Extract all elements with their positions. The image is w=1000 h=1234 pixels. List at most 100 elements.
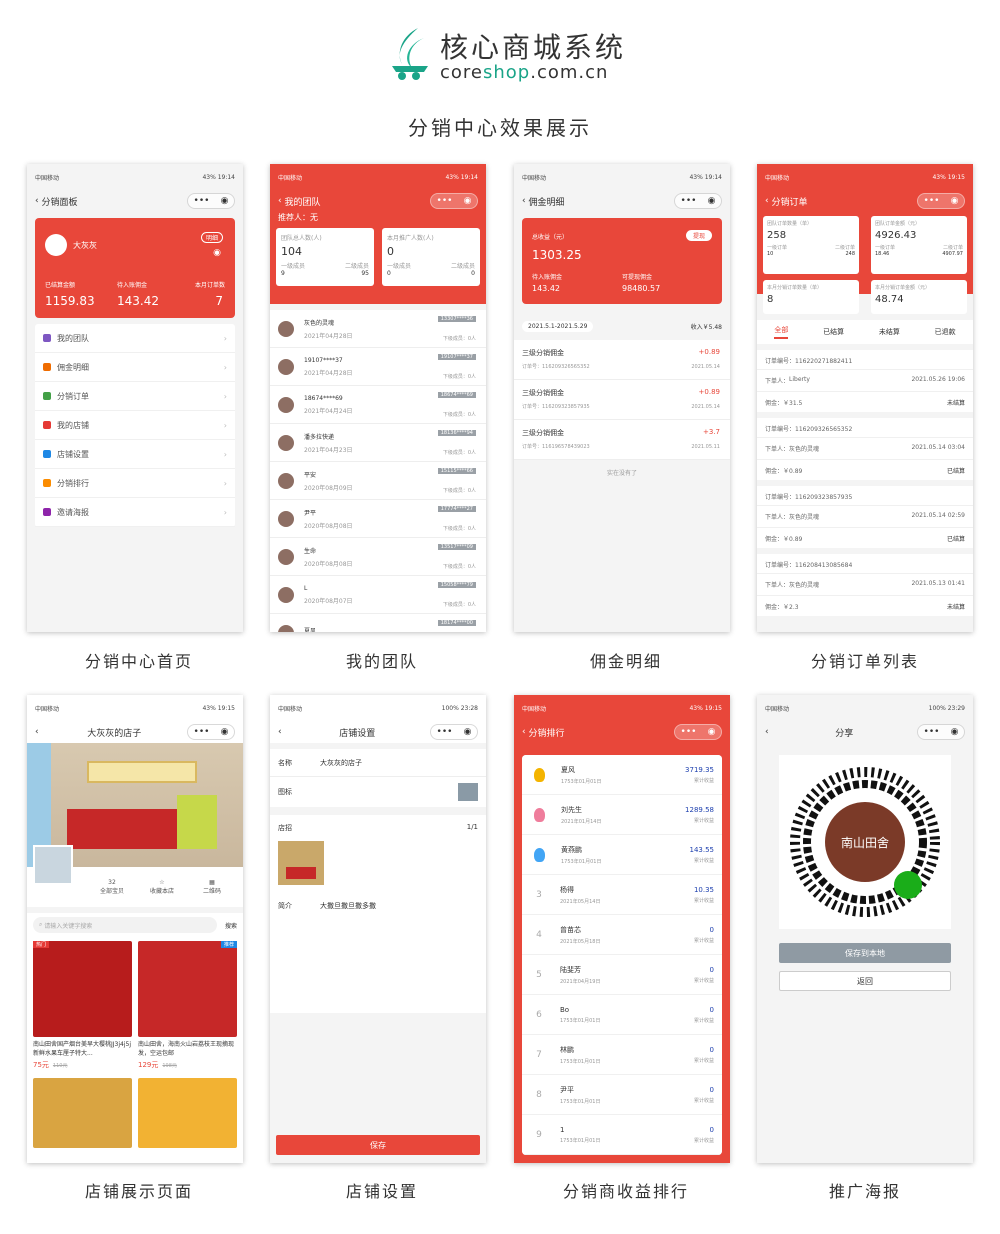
member-date: 2021年04月28日 [304, 332, 353, 340]
menu-item[interactable]: 分销排行 › [35, 469, 235, 498]
rank-row[interactable]: 刘先生 2021年01月14日 1289.58 累计收益 [522, 795, 722, 835]
member-info: 生命 2020年08月08日 [304, 546, 353, 568]
store-icon-upload[interactable] [458, 783, 478, 801]
rank-row[interactable]: 黄燕鹏 1753年01月01日 143.55 累计收益 [522, 835, 722, 875]
rank-number: 6 [536, 1009, 542, 1020]
rank-row[interactable]: 5 陆斐芳 2021年04月19日 0 累计收益 [522, 955, 722, 995]
save-button[interactable]: 保存 [276, 1135, 480, 1155]
order-card[interactable]: 订单编号：116209323857935 下单人： 灰色的灵魂 2021.05.14 … [757, 486, 973, 548]
order-card[interactable]: 订单编号：116220271882411 下单人： Liberty 2021.05.2… [757, 350, 973, 412]
menu-item[interactable]: 我的团队 › [35, 324, 235, 353]
rank-date: 2021年05月14日 [560, 898, 601, 905]
rank-row[interactable]: 4 曾苗芯 2021年05月18日 0 累计收益 [522, 915, 722, 955]
team-member-row[interactable]: 潘多拉快递 2021年04月23日 18136****94 下级成员：0人 [270, 424, 486, 462]
capsule-menu[interactable]: ••• ◉ [187, 724, 235, 740]
rank-value: 1289.58 [685, 805, 714, 814]
goods-image[interactable] [33, 1078, 132, 1148]
rank-name: 陆斐芳 [560, 965, 581, 974]
avatar [278, 358, 294, 375]
menu-label: 佣金明细 [57, 362, 89, 372]
team-member-row[interactable]: L 2020年08月07日 15058****79 下级成员：0人 [270, 576, 486, 614]
favorite-store[interactable]: ☆ 收藏本店 [137, 879, 187, 895]
chevron-right-icon: › [223, 333, 227, 343]
team-member-row[interactable]: 灰色的灵魂 2021年04月28日 13307****36 下级成员：0人 [270, 310, 486, 348]
rank-row[interactable]: 6 Bo 1753年01月01日 0 累计收益 [522, 995, 722, 1035]
commission-card: 总收益（元） 提现 1303.25 待入账佣金 可提现佣金 143.42 984… [522, 218, 722, 304]
save-local-button[interactable]: 保存到本地 [779, 943, 951, 963]
store-intro-field[interactable]: 大撒旦撒旦撒多撒 [320, 901, 376, 1005]
store-banner-thumb[interactable] [278, 841, 324, 885]
team-member-row[interactable]: 18674****69 2021年04月24日 18674****69 下级成员：0人 [270, 386, 486, 424]
order-card[interactable]: 订单编号：116208413085684 下单人： 灰色的灵魂 2021.05.13 … [757, 554, 973, 616]
qrcode-button[interactable]: ▦ 二维码 [187, 879, 237, 895]
rank-earning: 0 累计收益 [694, 1046, 714, 1064]
store-name-field[interactable]: 大灰灰的店子 [320, 758, 362, 768]
capsule-menu[interactable]: ••• ◉ [917, 724, 965, 740]
rank-date: 1753年01月01日 [560, 1058, 601, 1065]
goods-image[interactable] [138, 1078, 237, 1148]
qrcode-icon: ▦ [209, 879, 215, 886]
member-name: L [304, 584, 308, 592]
capsule-menu[interactable]: ••• ◉ [430, 724, 478, 740]
screen-my-team: 中国移动 43% 19:14 ‹ 我的团队 ••• ◉ 推荐人：无 团队总人数(人) 1… [270, 164, 486, 632]
tab-3[interactable]: 已退款 [935, 327, 956, 337]
eye-icon[interactable]: ◉ [213, 248, 221, 258]
rank-earn-label: 累计收益 [693, 977, 714, 984]
goods-card[interactable]: 热门 南山田舍国产烟台美早大樱桃JJ3j4j5j新鲜水果车厘子特大... 75元 11… [33, 941, 132, 1070]
all-goods[interactable]: 32 全部宝贝 [87, 879, 137, 895]
commission-item[interactable]: 三级分销佣金 订单号：116209326565352 +0.89 2021.05.14 [514, 340, 730, 380]
team-member-row[interactable]: 夏风18174****00下级成员：0人 [270, 614, 486, 632]
goods-image: 推荐 [138, 941, 237, 1037]
tab-1[interactable]: 已结算 [823, 327, 844, 337]
phone-badge: 13307****36 [437, 316, 476, 322]
order-date: 2021.05.14 02:59 [911, 512, 965, 519]
tab-2[interactable]: 未结算 [879, 327, 900, 337]
capsule-menu[interactable]: ••• ◉ [187, 193, 235, 209]
search-input[interactable]: ⌕ 请输入关键字搜索 [33, 917, 217, 933]
order-card[interactable]: 订单编号：116209326565352 下单人： 灰色的灵魂 2021.05.14 … [757, 418, 973, 480]
rank-value: 0 [709, 1125, 714, 1134]
commission-item[interactable]: 三级分销佣金 订单号：116209323857935 +0.89 2021.05.14 [514, 380, 730, 420]
capsule-menu[interactable]: ••• ◉ [917, 193, 965, 209]
menu-item[interactable]: 分销订单 › [35, 382, 235, 411]
member-name: 夏风 [304, 628, 317, 632]
order-date: 2021.05.26 19:06 [911, 376, 965, 383]
back-button[interactable]: 返回 [779, 971, 951, 991]
menu-item[interactable]: 邀请海报 › [35, 498, 235, 527]
rank-earn-label: 累计收益 [693, 1097, 714, 1104]
team-member-row[interactable]: 平安 2020年08月09日 15115****66 下级成员：0人 [270, 462, 486, 500]
search-button[interactable]: 搜索 [225, 921, 237, 930]
capsule-menu[interactable]: ••• ◉ [674, 724, 722, 740]
withdraw-button[interactable]: 提现 [685, 230, 712, 241]
team-member-row[interactable]: 19107****37 2021年04月28日 19107****37 下级成员：0人 [270, 348, 486, 386]
goods-card[interactable]: 推荐 南山田舍，海南火山岩荔枝王现摘现发，空运包邮 129元 198元 [138, 941, 237, 1070]
rank-info: 刘先生 2021年01月14日 [561, 805, 601, 825]
team-member-row[interactable]: 尹平 2020年08月08日 17774****27 下级成员：0人 [270, 500, 486, 538]
rank-row[interactable]: 9 1 1753年01月01日 0 累计收益 [522, 1115, 722, 1155]
rank-row[interactable]: 夏风 1753年01月01日 3719.35 累计收益 [522, 755, 722, 795]
menu-item[interactable]: 佣金明细 › [35, 353, 235, 382]
rank-row[interactable]: 3 杨得 2021年05月14日 10.35 累计收益 [522, 875, 722, 915]
date-range-picker[interactable]: 2021.5.1-2021.5.29 [522, 320, 594, 332]
rank-row[interactable]: 7 林鹏 1753年01月01日 0 累计收益 [522, 1035, 722, 1075]
goods-price-row: 75元 110元 [33, 1060, 132, 1070]
capsule-menu[interactable]: ••• ◉ [674, 193, 722, 209]
menu-item[interactable]: 我的店铺 › [35, 411, 235, 440]
member-date: 2020年08月09日 [304, 484, 353, 492]
phone-badge: 18136****94 [437, 430, 476, 436]
rank-info: 1 1753年01月01日 [560, 1126, 600, 1144]
phone-badge: 15115****66 [437, 468, 476, 474]
capsule-menu[interactable]: ••• ◉ [430, 193, 478, 209]
sub-members: 下级成员：0人 [442, 526, 476, 532]
member-name: 19107****37 [304, 356, 343, 364]
rank-earning: 0 累计收益 [694, 926, 714, 944]
team-member-row[interactable]: 生命 2020年08月08日 13517****09 下级成员：0人 [270, 538, 486, 576]
menu-item[interactable]: 店铺设置 › [35, 440, 235, 469]
tab-0[interactable]: 全部 [774, 325, 789, 339]
commission-item[interactable]: 三级分销佣金 订单号：116196578439023 +3.7 2021.05.11 [514, 420, 730, 460]
detail-tag[interactable]: 明细 [200, 232, 223, 243]
sub-members: 下级成员：0人 [442, 336, 476, 342]
phone-badge: 13517****09 [437, 544, 476, 550]
rank-row[interactable]: 8 尹平 1753年01月01日 0 累计收益 [522, 1075, 722, 1115]
rank-earn-label: 累计收益 [693, 1017, 714, 1024]
